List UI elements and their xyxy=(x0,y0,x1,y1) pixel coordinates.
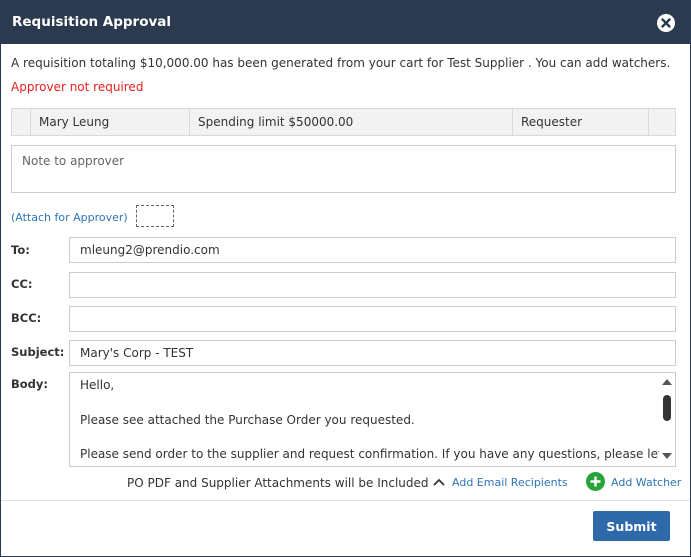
add-email-recipients-link[interactable]: Add Email Recipients xyxy=(452,476,568,489)
close-icon[interactable] xyxy=(657,14,675,32)
attach-for-approver-link[interactable]: (Attach for Approver) xyxy=(11,211,128,224)
to-field[interactable]: mleung2@prendio.com xyxy=(69,237,676,263)
bcc-label: BCC: xyxy=(11,311,42,325)
spending-limit-cell: Spending limit $50000.00 xyxy=(190,109,513,135)
dialog-titlebar: Requisition Approval xyxy=(1,1,690,44)
body-line: Hello, xyxy=(80,378,115,392)
note-placeholder: Note to approver xyxy=(22,154,125,168)
add-watcher-link[interactable]: Add Watcher xyxy=(611,476,681,489)
bcc-field[interactable] xyxy=(69,306,676,332)
add-watcher-plus-icon[interactable] xyxy=(586,472,605,491)
attachment-drop-zone[interactable] xyxy=(136,205,174,227)
approver-warning: Approver not required xyxy=(11,80,144,94)
dialog-title: Requisition Approval xyxy=(12,14,172,30)
approver-role-cell: Requester xyxy=(513,109,649,135)
scroll-down-arrow-icon[interactable] xyxy=(662,453,672,459)
subject-field[interactable]: Mary's Corp - TEST xyxy=(69,340,676,366)
footer-divider xyxy=(1,500,690,501)
requisition-approval-dialog: Requisition Approval A requisition total… xyxy=(0,0,691,557)
body-scrollbar[interactable] xyxy=(659,373,675,466)
scroll-up-arrow-icon[interactable] xyxy=(662,379,672,385)
chevron-up-icon[interactable] xyxy=(432,476,446,491)
scroll-thumb[interactable] xyxy=(663,395,671,421)
submit-button[interactable]: Submit xyxy=(593,511,670,541)
body-line: Please see attached the Purchase Order y… xyxy=(80,413,415,427)
approver-name-cell: Mary Leung xyxy=(31,109,190,135)
body-textarea[interactable]: Hello, Please see attached the Purchase … xyxy=(69,372,676,467)
subject-label: Subject: xyxy=(11,345,65,359)
body-label: Body: xyxy=(11,377,48,391)
to-label: To: xyxy=(11,243,30,257)
approver-table: Mary Leung Spending limit $50000.00 Requ… xyxy=(11,108,676,136)
body-line: Please send order to the supplier and re… xyxy=(80,447,663,461)
note-to-approver-input[interactable]: Note to approver xyxy=(11,145,676,193)
requisition-info-text: A requisition totaling $10,000.00 has be… xyxy=(11,56,671,70)
table-cell-blank xyxy=(649,109,675,135)
table-cell-blank xyxy=(12,109,31,135)
cc-label: CC: xyxy=(11,277,33,291)
attachments-included-text: PO PDF and Supplier Attachments will be … xyxy=(127,476,429,490)
cc-field[interactable] xyxy=(69,272,676,298)
